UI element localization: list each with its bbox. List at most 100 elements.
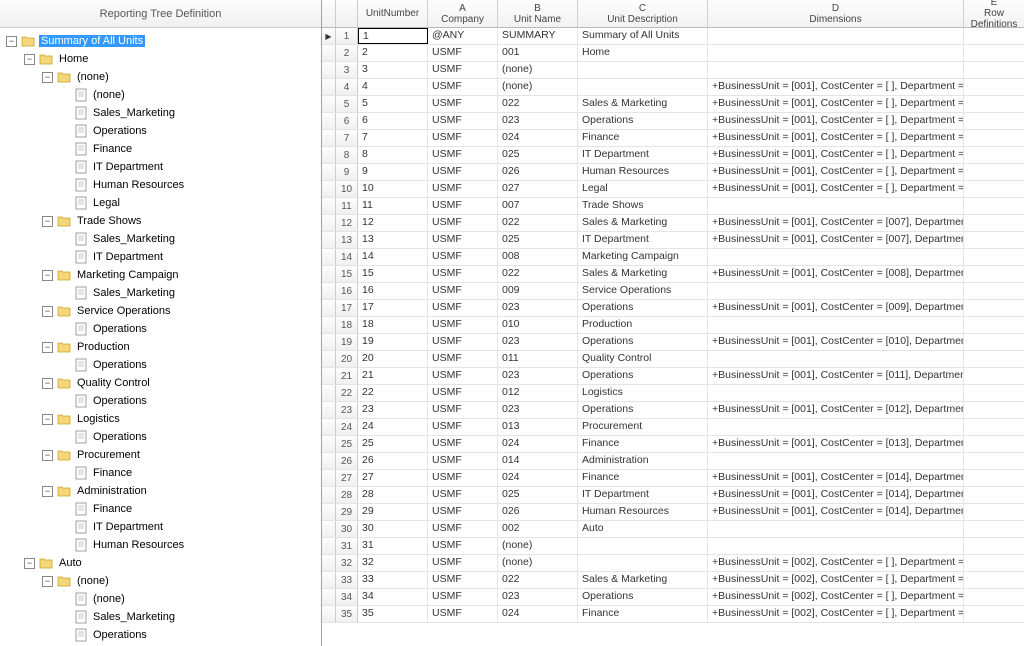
table-row[interactable]: 1919USMF023Operations+BusinessUnit = [00…	[322, 334, 1024, 351]
row-number[interactable]: 8	[336, 147, 358, 163]
table-row[interactable]: 1313USMF025IT Department+BusinessUnit = …	[322, 232, 1024, 249]
cell-unitname[interactable]: (none)	[498, 62, 578, 78]
row-number[interactable]: 3	[336, 62, 358, 78]
row-number[interactable]: 35	[336, 606, 358, 622]
tree-node[interactable]: Finance	[6, 140, 319, 158]
table-row[interactable]: 55USMF022Sales & Marketing+BusinessUnit …	[322, 96, 1024, 113]
table-row[interactable]: 1818USMF010Production	[322, 317, 1024, 334]
tree-node[interactable]: −(none)	[6, 68, 319, 86]
cell-description[interactable]: IT Department	[578, 147, 708, 163]
tree-node[interactable]: −(none)	[6, 572, 319, 590]
row-number[interactable]: 30	[336, 521, 358, 537]
table-row[interactable]: 2121USMF023Operations+BusinessUnit = [00…	[322, 368, 1024, 385]
cell-description[interactable]: Summary of All Units	[578, 28, 708, 44]
cell-unitname[interactable]: 022	[498, 215, 578, 231]
cell-description[interactable]: Human Resources	[578, 504, 708, 520]
cell-rowdef[interactable]	[964, 300, 1024, 316]
cell-dimensions[interactable]: +BusinessUnit = [001], CostCenter = [ ],…	[708, 130, 964, 146]
table-row[interactable]: 1010USMF027Legal+BusinessUnit = [001], C…	[322, 181, 1024, 198]
cell-company[interactable]: USMF	[428, 113, 498, 129]
col-header-unitnumber[interactable]: UnitNumber	[358, 0, 428, 27]
tree-node[interactable]: −Production	[6, 338, 319, 356]
cell-rowdef[interactable]	[964, 538, 1024, 554]
cell-unitnumber[interactable]: 35	[358, 606, 428, 622]
cell-company[interactable]: USMF	[428, 266, 498, 282]
cell-unitnumber[interactable]: 20	[358, 351, 428, 367]
tree-node[interactable]: (none)	[6, 590, 319, 608]
cell-rowdef[interactable]	[964, 589, 1024, 605]
cell-rowdef[interactable]	[964, 504, 1024, 520]
tree-toggle[interactable]: −	[24, 54, 35, 65]
row-indicator[interactable]	[322, 453, 336, 469]
cell-company[interactable]: USMF	[428, 181, 498, 197]
cell-rowdef[interactable]	[964, 317, 1024, 333]
tree-toggle[interactable]: −	[42, 342, 53, 353]
row-indicator[interactable]	[322, 215, 336, 231]
row-indicator[interactable]	[322, 402, 336, 418]
tree-node[interactable]: Operations	[6, 428, 319, 446]
table-row[interactable]: 77USMF024Finance+BusinessUnit = [001], C…	[322, 130, 1024, 147]
cell-company[interactable]: USMF	[428, 470, 498, 486]
row-indicator[interactable]	[322, 606, 336, 622]
row-indicator[interactable]	[322, 62, 336, 78]
cell-description[interactable]: Sales & Marketing	[578, 266, 708, 282]
cell-company[interactable]: USMF	[428, 555, 498, 571]
cell-dimensions[interactable]: +BusinessUnit = [001], CostCenter = [011…	[708, 368, 964, 384]
row-number[interactable]: 18	[336, 317, 358, 333]
cell-description[interactable]: Sales & Marketing	[578, 96, 708, 112]
table-row[interactable]: 2424USMF013Procurement	[322, 419, 1024, 436]
cell-description[interactable]: Finance	[578, 436, 708, 452]
cell-rowdef[interactable]	[964, 334, 1024, 350]
cell-description[interactable]: Trade Shows	[578, 198, 708, 214]
cell-company[interactable]: USMF	[428, 606, 498, 622]
row-number[interactable]: 24	[336, 419, 358, 435]
tree-node[interactable]: Sales_Marketing	[6, 104, 319, 122]
cell-description[interactable]: Finance	[578, 606, 708, 622]
tree-node[interactable]: Legal	[6, 194, 319, 212]
tree-toggle[interactable]: −	[6, 36, 17, 47]
tree-node[interactable]: −Marketing Campaign	[6, 266, 319, 284]
tree-node[interactable]: −Logistics	[6, 410, 319, 428]
cell-rowdef[interactable]	[964, 181, 1024, 197]
row-indicator[interactable]	[322, 96, 336, 112]
cell-unitnumber[interactable]: 26	[358, 453, 428, 469]
cell-unitname[interactable]: 024	[498, 606, 578, 622]
row-number[interactable]: 4	[336, 79, 358, 95]
cell-rowdef[interactable]	[964, 45, 1024, 61]
cell-company[interactable]: USMF	[428, 62, 498, 78]
cell-dimensions[interactable]: +BusinessUnit = [001], CostCenter = [014…	[708, 504, 964, 520]
cell-dimensions[interactable]: +BusinessUnit = [001], CostCenter = [ ],…	[708, 147, 964, 163]
row-number[interactable]: 2	[336, 45, 358, 61]
tree-node[interactable]: −Quality Control	[6, 374, 319, 392]
cell-dimensions[interactable]: +BusinessUnit = [001], CostCenter = [007…	[708, 215, 964, 231]
cell-unitname[interactable]: 023	[498, 589, 578, 605]
row-indicator[interactable]	[322, 351, 336, 367]
row-number[interactable]: 6	[336, 113, 358, 129]
row-indicator[interactable]	[322, 334, 336, 350]
table-row[interactable]: 3131USMF(none)	[322, 538, 1024, 555]
table-row[interactable]: 1212USMF022Sales & Marketing+BusinessUni…	[322, 215, 1024, 232]
cell-unitname[interactable]: 014	[498, 453, 578, 469]
cell-unitnumber[interactable]: 18	[358, 317, 428, 333]
cell-unitname[interactable]: 024	[498, 130, 578, 146]
cell-unitnumber[interactable]: 25	[358, 436, 428, 452]
cell-unitnumber[interactable]: 2	[358, 45, 428, 61]
cell-description[interactable]: Marketing Campaign	[578, 249, 708, 265]
row-number[interactable]: 21	[336, 368, 358, 384]
cell-rowdef[interactable]	[964, 555, 1024, 571]
cell-unitnumber[interactable]: 29	[358, 504, 428, 520]
row-indicator[interactable]	[322, 555, 336, 571]
cell-dimensions[interactable]	[708, 317, 964, 333]
table-row[interactable]: 1414USMF008Marketing Campaign	[322, 249, 1024, 266]
cell-dimensions[interactable]: +BusinessUnit = [002], CostCenter = [ ],…	[708, 572, 964, 588]
row-number[interactable]: 22	[336, 385, 358, 401]
cell-rowdef[interactable]	[964, 351, 1024, 367]
cell-unitname[interactable]: 025	[498, 232, 578, 248]
cell-dimensions[interactable]	[708, 62, 964, 78]
cell-rowdef[interactable]	[964, 164, 1024, 180]
cell-dimensions[interactable]	[708, 385, 964, 401]
cell-unitnumber[interactable]: 16	[358, 283, 428, 299]
cell-unitnumber[interactable]: 3	[358, 62, 428, 78]
cell-company[interactable]: USMF	[428, 334, 498, 350]
table-row[interactable]: 1515USMF022Sales & Marketing+BusinessUni…	[322, 266, 1024, 283]
